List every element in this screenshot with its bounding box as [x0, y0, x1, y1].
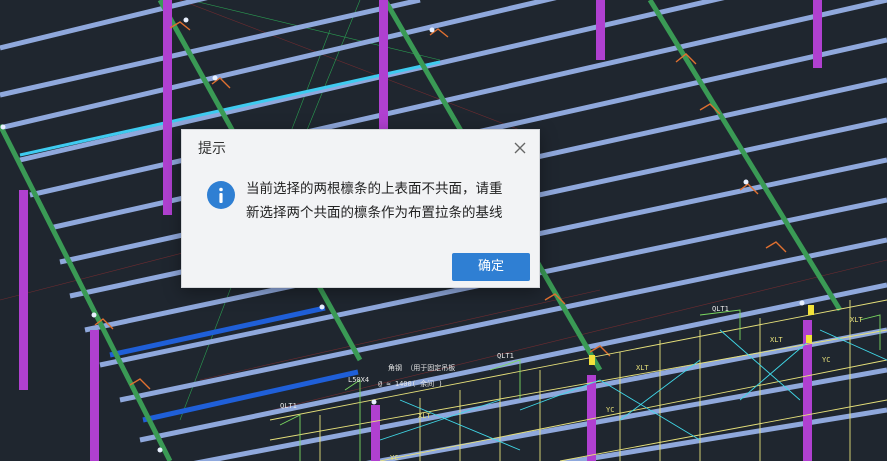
- selected-purlin-2[interactable]: [142, 369, 359, 423]
- label-yc-3: YC: [390, 454, 398, 461]
- label-yc-1: YC: [606, 406, 614, 414]
- label-angle-note: 角钢 （用于固定吊板: [388, 363, 455, 372]
- selected-purlin-1[interactable]: [109, 305, 326, 358]
- message-line-1: 当前选择的两根檩条的上表面不共面，请重: [246, 181, 503, 197]
- dialog-title: 提示: [198, 141, 226, 157]
- label-xlt-4: XLT: [850, 316, 863, 324]
- label-spacing-note: @ ≈ 1400( 余间 ): [378, 379, 443, 388]
- info-icon: [207, 181, 235, 209]
- alert-dialog: 提示 当前选择的两根檩条的上表面不共面，请重 新选择两个共面的檩条作为布置拉条的…: [181, 129, 540, 288]
- dialog-message: 当前选择的两根檩条的上表面不共面，请重 新选择两个共面的檩条作为布置拉条的基线: [246, 177, 522, 225]
- ok-button[interactable]: 确定: [452, 253, 530, 281]
- label-qlt1-a: QLT1: [280, 402, 297, 410]
- close-icon: [514, 142, 526, 154]
- label-yc-2: YC: [822, 356, 830, 364]
- close-button[interactable]: [511, 139, 529, 157]
- label-qlt1-c: QLT1: [712, 305, 729, 313]
- label-xlt-2: XLT: [770, 336, 783, 344]
- yellow-node-markers: [589, 305, 814, 365]
- label-xlt-3: XLT: [418, 412, 431, 420]
- label-l50x4: L50X4: [348, 376, 369, 384]
- label-qlt1-b: QLT1: [497, 352, 514, 360]
- message-line-2: 新选择两个共面的檩条作为布置拉条的基线: [246, 205, 503, 221]
- label-xlt-1: XLT: [636, 364, 649, 372]
